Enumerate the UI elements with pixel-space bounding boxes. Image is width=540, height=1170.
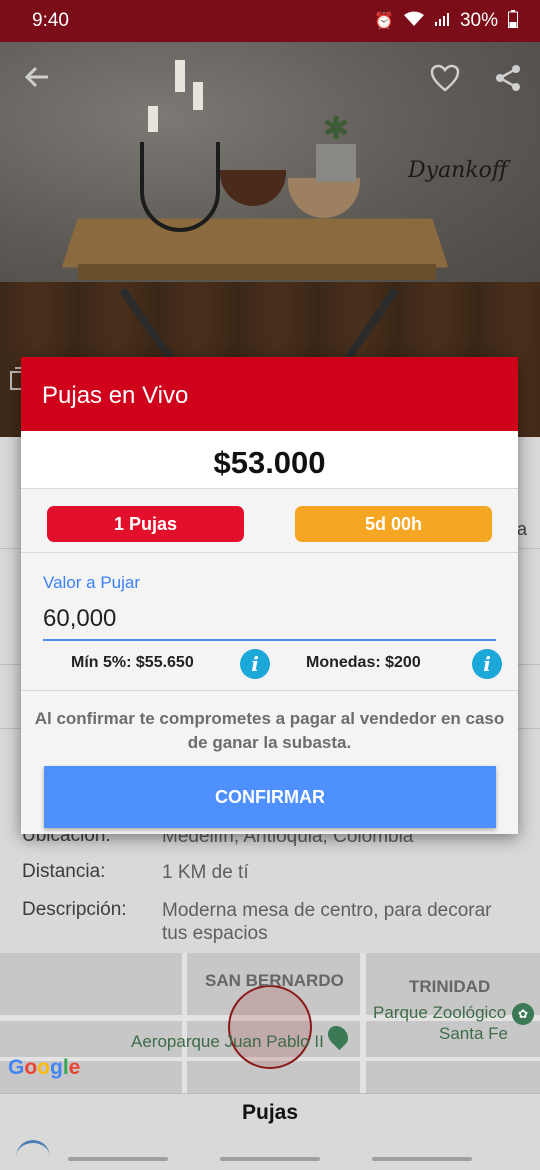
nav-bar-indicator bbox=[220, 1157, 320, 1161]
bid-amount-input[interactable] bbox=[43, 599, 496, 641]
live-bid-dialog: Pujas en Vivo $53.000 1 Pujas 5d 00h Val… bbox=[21, 357, 518, 834]
coins-text: Monedas: $200 bbox=[306, 654, 421, 671]
map-road bbox=[182, 953, 187, 1093]
bid-input-label: Valor a Pujar bbox=[43, 573, 141, 592]
info-icon[interactable]: i bbox=[472, 649, 502, 679]
wifi-icon bbox=[403, 11, 424, 32]
map-label-trinidad: TRINIDAD bbox=[409, 977, 491, 996]
map-label-san-bernardo: SAN BERNARDO bbox=[205, 971, 344, 990]
description-value: Moderna mesa de centro, para decorar tus… bbox=[162, 900, 492, 944]
nav-bar-indicator bbox=[372, 1157, 472, 1161]
location-map[interactable]: SAN BERNARDO TRINIDAD Parque Zoológico S… bbox=[0, 953, 540, 1093]
status-time: 9:40 bbox=[32, 10, 69, 31]
candle bbox=[193, 82, 203, 110]
status-icons: ⏰ 30% bbox=[374, 9, 518, 33]
info-icon[interactable]: i bbox=[240, 649, 270, 679]
time-remaining-badge: 5d 00h bbox=[295, 506, 492, 542]
search-radius-circle bbox=[228, 985, 312, 1069]
distance-label: Distancia: bbox=[22, 861, 106, 882]
description-label: Descripción: bbox=[22, 899, 127, 920]
candle bbox=[175, 60, 185, 92]
signal-icon bbox=[434, 11, 450, 32]
map-label-zoo-city: Santa Fe bbox=[439, 1024, 508, 1043]
avatar bbox=[16, 1140, 50, 1170]
plant-pot bbox=[316, 144, 356, 182]
google-logo: Google bbox=[8, 1056, 81, 1079]
bids-count-badge: 1 Pujas bbox=[47, 506, 244, 542]
candle bbox=[148, 106, 158, 132]
distance-value: 1 KM de tí bbox=[162, 862, 249, 883]
map-label-aeroparque: Aeroparque Juan Pablo II bbox=[131, 1032, 324, 1051]
status-bar: 9:40 ⏰ 30% bbox=[0, 0, 540, 42]
current-price: $53.000 bbox=[21, 431, 518, 489]
table-top bbox=[61, 218, 449, 268]
map-road bbox=[360, 953, 366, 1093]
back-arrow-icon[interactable] bbox=[24, 64, 50, 97]
heart-icon[interactable] bbox=[430, 64, 460, 99]
map-pin-icon bbox=[323, 1021, 353, 1051]
map-label-zoo: Parque Zoológico bbox=[373, 1003, 507, 1022]
share-icon[interactable] bbox=[494, 64, 522, 99]
zoo-paw-icon: ✿ bbox=[512, 1003, 534, 1025]
battery-icon bbox=[508, 9, 518, 33]
bid-disclaimer: Al confirmar te comprometes a pagar al v… bbox=[34, 709, 505, 752]
candle-holder bbox=[140, 142, 220, 232]
battery-percent: 30% bbox=[459, 10, 498, 31]
dialog-title: Pujas en Vivo bbox=[42, 382, 189, 409]
alarm-icon: ⏰ bbox=[374, 13, 394, 30]
dialog-header: Pujas en Vivo bbox=[21, 357, 518, 431]
badge-row: 1 Pujas 5d 00h bbox=[21, 489, 518, 553]
partial-text: a bbox=[517, 519, 528, 539]
bid-input-block: Valor a Pujar Mín 5%: $55.650 i Monedas:… bbox=[21, 553, 518, 691]
plant: ✱ bbox=[322, 110, 350, 146]
minimum-bid-text: Mín 5%: $55.650 bbox=[71, 654, 194, 671]
nav-bar-indicator bbox=[68, 1157, 168, 1161]
confirm-button[interactable]: CONFIRMAR bbox=[44, 766, 496, 828]
watermark: Dyankoff bbox=[408, 158, 508, 183]
table-edge bbox=[78, 264, 436, 280]
pujas-section-title: Pujas bbox=[241, 1101, 299, 1124]
